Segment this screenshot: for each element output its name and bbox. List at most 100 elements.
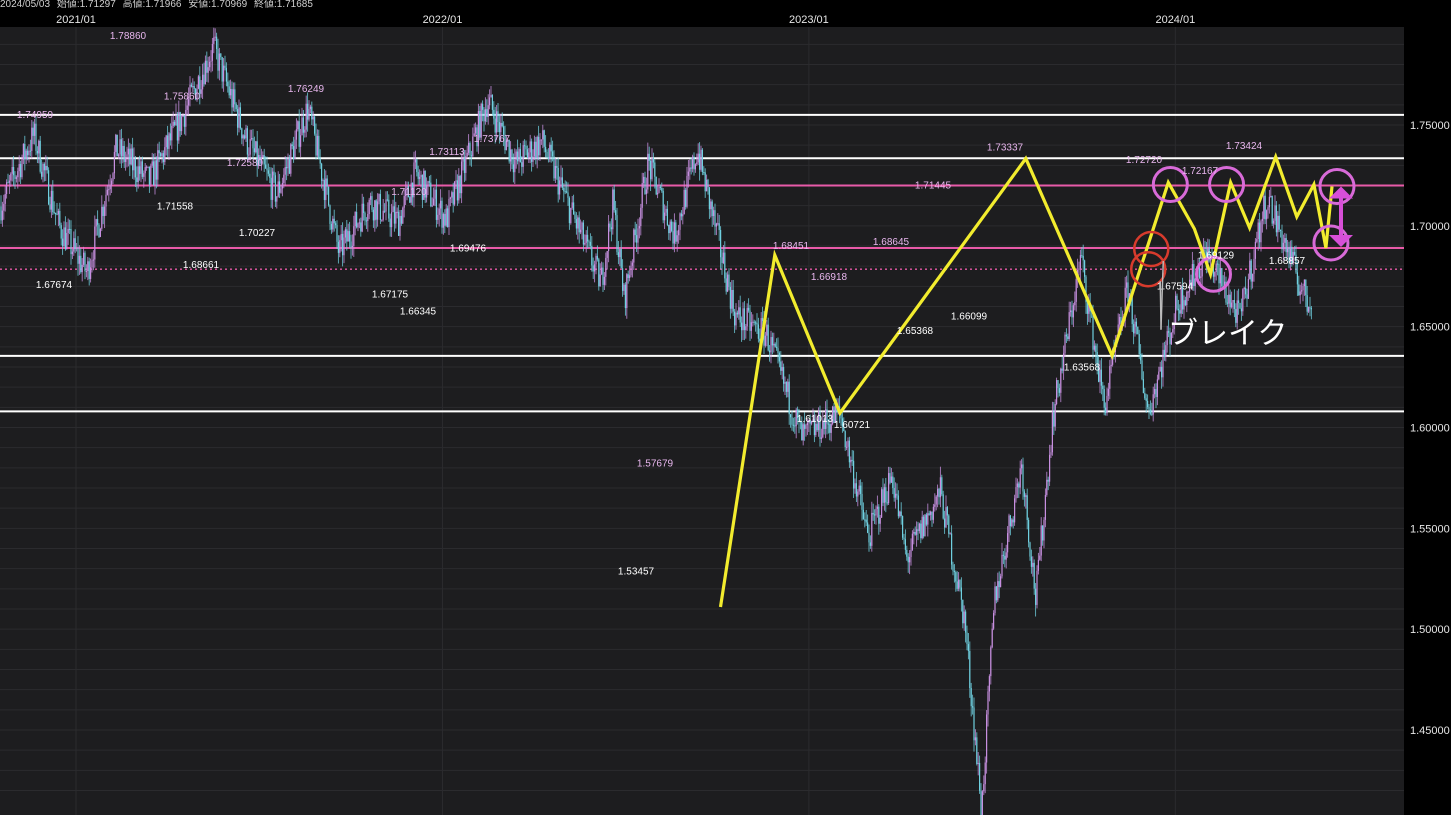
- candle-body: [570, 207, 572, 224]
- y-axis-band: [1404, 27, 1451, 815]
- candle-body: [997, 581, 999, 601]
- candle-body: [1273, 220, 1275, 224]
- candle-body: [302, 117, 304, 133]
- candle-body: [879, 517, 881, 524]
- candle-body: [769, 350, 771, 353]
- candle-body: [1226, 302, 1228, 304]
- candle-body: [883, 487, 885, 503]
- candle-body: [942, 494, 944, 519]
- candle-body: [672, 230, 674, 244]
- candle-body: [1250, 260, 1252, 282]
- candle-body: [935, 496, 937, 505]
- candle-body: [211, 43, 213, 61]
- candle-body: [1100, 369, 1102, 386]
- candle-body: [627, 274, 629, 278]
- candle-body: [778, 352, 780, 362]
- candle-body: [718, 223, 720, 230]
- candle-body: [1002, 554, 1004, 556]
- candle-body: [307, 103, 309, 120]
- candle-body: [536, 136, 538, 159]
- candle-body: [734, 311, 736, 326]
- candle-body: [46, 165, 48, 171]
- candle-body: [787, 381, 789, 392]
- candle-body: [1035, 588, 1037, 605]
- candle-body: [280, 188, 282, 193]
- candle-body: [1257, 222, 1259, 240]
- candle-body: [87, 261, 89, 272]
- candle-body: [32, 127, 34, 136]
- candle-body: [386, 199, 388, 201]
- candle-body: [686, 175, 688, 207]
- candle-body: [1050, 452, 1052, 455]
- candle-body: [400, 215, 402, 224]
- candle-body: [559, 180, 561, 195]
- candle-body: [48, 170, 50, 205]
- candle-body: [946, 507, 948, 516]
- candle-body: [18, 164, 20, 172]
- candle-body: [955, 572, 957, 582]
- candle-body: [853, 460, 855, 489]
- candle-body: [455, 180, 457, 182]
- candle-body: [304, 129, 306, 133]
- candle-body: [311, 106, 313, 120]
- candle-body: [1014, 498, 1016, 523]
- candle-body: [1095, 345, 1097, 353]
- candle-body: [1184, 300, 1186, 306]
- candle-body: [1039, 555, 1041, 560]
- candle-body: [644, 176, 646, 194]
- candle-body: [685, 189, 687, 207]
- candle-body: [245, 128, 247, 139]
- price-chart[interactable]: 2021/01 2022/01 2023/01 2024/01 1.75000 1.70…: [0, 0, 1451, 815]
- candle-body: [581, 222, 583, 230]
- candle-body: [483, 109, 485, 122]
- candle-body: [1186, 291, 1188, 306]
- candle-body: [585, 234, 587, 243]
- candle-body: [689, 167, 691, 172]
- candle-body: [228, 86, 230, 96]
- candle-body: [703, 172, 705, 174]
- candle-body: [773, 343, 775, 346]
- candle-body: [375, 200, 377, 220]
- candle-body: [1176, 295, 1178, 309]
- candle-body: [290, 144, 292, 174]
- candle-body: [714, 210, 716, 227]
- candle-body: [463, 158, 465, 173]
- candle-body: [122, 145, 124, 157]
- candle-body: [725, 278, 727, 292]
- candle-body: [637, 228, 639, 243]
- candle-body: [288, 158, 290, 174]
- candle-body: [343, 237, 345, 256]
- candle-body: [337, 241, 339, 253]
- candle-body: [1043, 519, 1045, 541]
- candle-body: [462, 158, 464, 162]
- candle-body: [575, 219, 577, 229]
- candle-body: [522, 145, 524, 167]
- candle-body: [991, 628, 993, 648]
- candle-body: [1036, 570, 1038, 605]
- candle-body: [66, 232, 68, 250]
- candle-body: [1012, 519, 1014, 523]
- candle-body: [945, 507, 947, 528]
- candle-body: [917, 529, 919, 531]
- candle-body: [81, 264, 83, 273]
- candle-body: [353, 226, 355, 246]
- candle-body: [1075, 279, 1077, 302]
- candle-body: [783, 367, 785, 384]
- candle-body: [728, 274, 730, 287]
- candle-body: [574, 214, 576, 220]
- candle-body: [1011, 519, 1013, 527]
- candle-body: [1141, 360, 1143, 380]
- candle-body: [914, 531, 916, 535]
- candle-body: [354, 211, 356, 227]
- candle-body: [560, 177, 562, 181]
- candle-body: [25, 150, 27, 160]
- candle-body: [545, 146, 547, 152]
- candle-body: [1294, 251, 1296, 255]
- candle-body: [753, 321, 755, 323]
- pivot-price-label: 1.72720: [1126, 155, 1163, 166]
- candle-body: [1015, 487, 1017, 499]
- candle-body: [1142, 379, 1144, 394]
- candle-body: [615, 210, 617, 216]
- candle-body: [377, 201, 379, 220]
- candle-body: [591, 245, 593, 266]
